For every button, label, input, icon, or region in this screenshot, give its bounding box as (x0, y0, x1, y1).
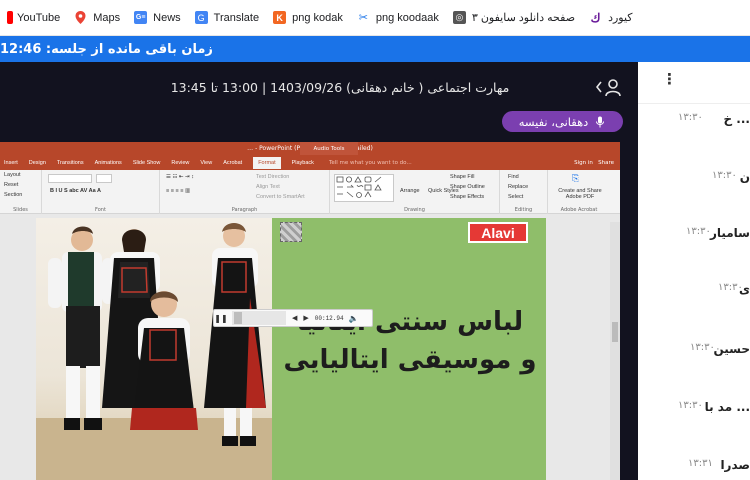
maps-icon (74, 11, 87, 24)
news-icon: G≡ (134, 11, 148, 24)
ribbon-group-slides: Layout Reset Section Slides (0, 170, 42, 214)
list-item[interactable]: ی ۱۳:۳۰ (638, 282, 750, 302)
tab-review[interactable]: Review (171, 160, 189, 166)
font-size-box[interactable] (96, 174, 112, 183)
active-speaker-chip: دهقانی، نفیسه (502, 111, 623, 132)
session-timer-text: زمان باقی مانده از جلسه: 12:46 (0, 41, 213, 57)
ribbon-group-adobe: ⎘ Create and Share Adobe PDF Adobe Acrob… (548, 170, 610, 214)
create-pdf-button[interactable]: Create and Share Adobe PDF (552, 188, 608, 200)
tell-me-search[interactable]: Tell me what you want to do... (329, 160, 412, 166)
globe-icon: ◎ (452, 11, 466, 24)
list-item[interactable]: ن ۱۳:۳۰ (638, 170, 750, 190)
bookmark-translate[interactable]: G Translate (188, 0, 266, 36)
list-item[interactable]: صدرا ۱۳:۳۱ (638, 458, 750, 478)
more-options-icon[interactable]: ⋮ (662, 70, 677, 88)
sign-in-link[interactable]: Sign in Share (574, 160, 614, 166)
arrange-button[interactable]: Arrange (400, 188, 420, 194)
tab-acrobat[interactable]: Acrobat (223, 160, 242, 166)
shape-fill-button[interactable]: Shape Fill (450, 174, 474, 180)
slide-title-line2: و موسیقی ایتالیایی (283, 345, 537, 375)
alavi-logo: Alavi (468, 222, 528, 243)
audio-object-icon[interactable] (280, 222, 302, 242)
tab-playback[interactable]: Playback (292, 160, 314, 166)
list-item[interactable]: ... خ ۱۳:۳۰ (638, 112, 750, 132)
tab-animations[interactable]: Animations (95, 160, 122, 166)
slide-canvas: Alavi لباس سنتی ایتالیا و موسیقی ایتالیا… (0, 214, 620, 480)
shape-outline-button[interactable]: Shape Outline (450, 184, 485, 190)
rewind-icon[interactable]: ◀ (292, 314, 297, 322)
bookmark-news[interactable]: G≡ News (127, 0, 188, 36)
pdf-icon: ⎘ (572, 173, 580, 183)
ribbon-group-font: B I U S abc AV Aa A Font (42, 170, 160, 214)
tab-format[interactable]: Format (253, 156, 281, 169)
ppt-ribbon-tabs: Insert Design Transitions Animations Sli… (0, 155, 620, 170)
smartart-button[interactable]: Convert to SmartArt (256, 194, 305, 200)
ribbon-group-paragraph: ☰ ☷ ⇤ ⇥ ↕ ≡ ≡ ≡ ≡ ▥ Text Direction Align… (160, 170, 330, 214)
shape-effects-button[interactable]: Shape Effects (450, 194, 484, 200)
audio-time: 00:12.94 (314, 314, 344, 322)
replace-button[interactable]: Replace (508, 184, 528, 190)
ribbon-group-editing: Find Replace Select Editing (500, 170, 548, 214)
speaker-name: دهقانی، نفیسه (518, 114, 589, 129)
translate-icon: G (194, 11, 208, 24)
koodaak-icon: ✂ (358, 12, 368, 24)
participant-user-icon[interactable] (595, 76, 624, 98)
ppt-ribbon: Layout Reset Section Slides B I U S abc … (0, 170, 620, 214)
find-button[interactable]: Find (508, 174, 519, 180)
list-item[interactable]: ... مد با ۱۳:۳۰ (638, 400, 750, 420)
slide-photo-traditional-costumes (36, 218, 272, 480)
bookmarks-bar: YouTube Maps G≡ News G Translate Kpng koda… (0, 0, 750, 36)
font-format-buttons[interactable]: B I U S abc AV Aa A (50, 188, 101, 194)
current-slide: Alavi لباس سنتی ایتالیا و موسیقی ایتالیا… (36, 218, 546, 480)
shared-powerpoint-window: … - PowerPoint (Product Activation Faile… (0, 142, 620, 480)
pause-icon[interactable]: ❚❚ (214, 314, 228, 323)
audio-tools-tab: Audio Tools (300, 142, 358, 155)
session-timer-bar: زمان باقی مانده از جلسه: 12:46 (0, 36, 750, 62)
list-item[interactable]: سامیار ۱۳:۳۰ (638, 226, 750, 246)
audio-progress-track[interactable] (232, 311, 286, 325)
youtube-icon (7, 11, 13, 24)
tab-design[interactable]: Design (29, 160, 46, 166)
ribbon-group-drawing: Arrange Quick Styles Shape Fill Shape Ou… (330, 170, 500, 214)
audio-media-controls: ❚❚ ◀ ▶ 00:12.94 🔈 (213, 309, 373, 327)
classroom-stage: مهارت اجتماعی ( خانم دهقانی) 1403/09/26 … (0, 62, 638, 480)
bookmark-keyword[interactable]: ﻙ کیورد (582, 0, 639, 36)
bookmark-png-kodak[interactable]: Kpng kodak (266, 0, 350, 36)
tab-insert[interactable]: Insert (4, 160, 18, 166)
session-title: مهارت اجتماعی ( خانم دهقانی) 1403/09/26 … (170, 80, 510, 95)
font-name-box[interactable] (48, 174, 92, 183)
bookmark-youtube[interactable]: YouTube (0, 0, 67, 36)
list-buttons[interactable]: ☰ ☷ ⇤ ⇥ ↕ (166, 174, 194, 180)
shapes-gallery[interactable] (334, 174, 394, 202)
keyword-icon: ﻙ (590, 10, 601, 25)
section-button[interactable]: Section (4, 192, 22, 198)
tab-view[interactable]: View (200, 160, 212, 166)
align-text-button[interactable]: Align Text (256, 184, 280, 190)
tab-slide-show[interactable]: Slide Show (133, 160, 161, 166)
bookmark-psiphon[interactable]: ◎ صفحه دانلود سایفون ۳ (446, 0, 582, 36)
forward-icon[interactable]: ▶ (303, 314, 308, 322)
list-item[interactable]: حسین ۱۳:۳۰ (638, 342, 750, 362)
participants-panel: ⋮ ... خ ۱۳:۳۰ ن ۱۳:۳۰ سامیار ۱۳:۳۰ ی ۱۳:… (638, 62, 750, 480)
tab-transitions[interactable]: Transitions (57, 160, 84, 166)
share-button[interactable]: Share (598, 160, 614, 166)
slide-vertical-scrollbar[interactable] (610, 222, 620, 480)
select-button[interactable]: Select (508, 194, 523, 200)
volume-icon[interactable]: 🔈 (349, 314, 359, 323)
bookmark-maps[interactable]: Maps (67, 0, 127, 36)
kodak-icon: K (273, 11, 287, 24)
microphone-icon (594, 116, 606, 128)
bookmark-png-koodaak[interactable]: ✂ png koodaak (350, 0, 446, 36)
text-direction-button[interactable]: Text Direction (256, 174, 289, 180)
align-buttons[interactable]: ≡ ≡ ≡ ≡ ▥ (166, 188, 190, 194)
layout-button[interactable]: Layout (4, 172, 21, 178)
ppt-title-bar: … - PowerPoint (Product Activation Faile… (0, 142, 620, 155)
reset-button[interactable]: Reset (4, 182, 18, 188)
panel-header (638, 62, 750, 104)
